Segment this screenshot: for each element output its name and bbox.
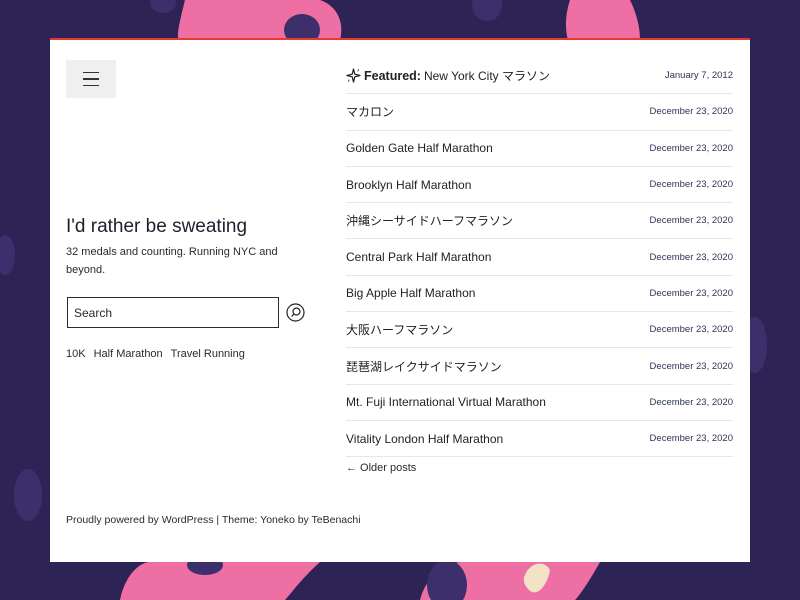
- featured-title: New York City マラソン: [423, 69, 550, 84]
- post-date: December 23, 2020: [649, 360, 733, 372]
- post-row: Brooklyn Half Marathon December 23, 2020: [346, 167, 733, 204]
- post-row: Vitality London Half Marathon December 2…: [346, 421, 733, 458]
- post-date: December 23, 2020: [649, 106, 733, 118]
- post-link[interactable]: Brooklyn Half Marathon: [346, 178, 471, 192]
- post-row: Central Park Half Marathon December 23, …: [346, 239, 733, 276]
- post-date: December 23, 2020: [649, 215, 733, 227]
- featured-post-link[interactable]: Featured: New York City マラソン: [346, 67, 550, 84]
- post-row: 大阪ハーフマラソン December 23, 2020: [346, 312, 733, 349]
- post-date: December 23, 2020: [649, 287, 733, 299]
- post-link[interactable]: 琵琶湖レイクサイドマラソン: [346, 358, 502, 375]
- hamburger-icon: [83, 71, 99, 74]
- post-date: December 23, 2020: [649, 324, 733, 336]
- post-link[interactable]: Mt. Fuji International Virtual Marathon: [346, 395, 546, 409]
- search-button[interactable]: [285, 302, 305, 322]
- post-row: Mt. Fuji International Virtual Marathon …: [346, 385, 733, 421]
- post-link[interactable]: マカロン: [346, 103, 394, 120]
- older-posts-link[interactable]: ← Older posts: [346, 462, 416, 474]
- tag-link[interactable]: Travel Running: [171, 348, 245, 360]
- page-card: I'd rather be sweating 32 medals and cou…: [50, 38, 750, 562]
- tag-link[interactable]: Half Marathon: [94, 348, 163, 360]
- tag-list: 10K Half Marathon Travel Running: [66, 348, 245, 360]
- site-description: 32 medals and counting. Running NYC and …: [66, 246, 278, 276]
- post-row: 琵琶湖レイクサイドマラソン December 23, 2020: [346, 348, 733, 385]
- post-link[interactable]: Golden Gate Half Marathon: [346, 141, 493, 155]
- site-footer: Proudly powered by WordPress | Theme: Yo…: [66, 514, 361, 526]
- search-icon: [285, 302, 305, 322]
- post-date: December 23, 2020: [649, 179, 733, 191]
- post-link[interactable]: 沖縄シーサイドハーフマラソン: [346, 212, 513, 229]
- post-list: Featured: New York City マラソン January 7, …: [346, 58, 733, 458]
- post-link[interactable]: Big Apple Half Marathon: [346, 286, 475, 300]
- post-date: December 23, 2020: [649, 433, 733, 445]
- featured-label: Featured:: [364, 68, 421, 83]
- sparkle-icon: [346, 68, 361, 83]
- post-date: December 23, 2020: [649, 251, 733, 263]
- search-input[interactable]: [67, 297, 279, 328]
- post-link[interactable]: Vitality London Half Marathon: [346, 432, 503, 446]
- tag-link[interactable]: 10K: [66, 348, 86, 360]
- menu-toggle-button[interactable]: [66, 60, 116, 98]
- post-link[interactable]: 大阪ハーフマラソン: [346, 321, 453, 338]
- post-row: 沖縄シーサイドハーフマラソン December 23, 2020: [346, 203, 733, 240]
- post-link[interactable]: Central Park Half Marathon: [346, 250, 491, 264]
- post-date: December 23, 2020: [649, 396, 733, 408]
- site-title: I'd rather be sweating: [66, 216, 248, 237]
- post-row: マカロン December 23, 2020: [346, 94, 733, 131]
- post-date: January 7, 2012: [664, 70, 733, 82]
- featured-post-row: Featured: New York City マラソン January 7, …: [346, 58, 733, 95]
- post-row: Golden Gate Half Marathon December 23, 2…: [346, 131, 733, 167]
- post-row: Big Apple Half Marathon December 23, 202…: [346, 276, 733, 313]
- post-date: December 23, 2020: [649, 142, 733, 154]
